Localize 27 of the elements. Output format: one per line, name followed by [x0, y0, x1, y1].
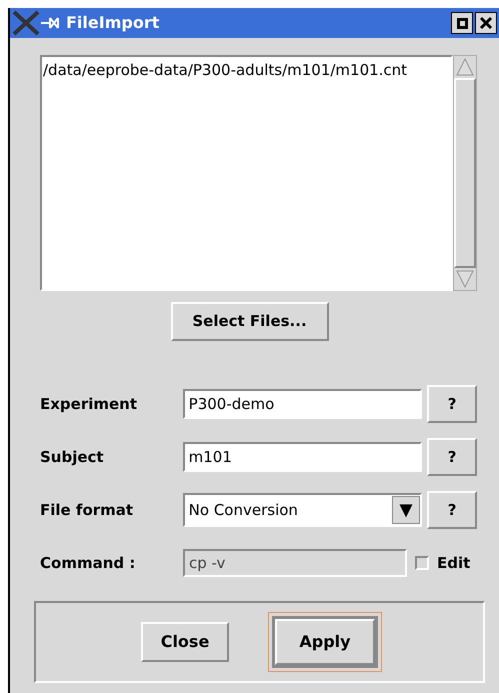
- dropdown-field[interactable]: No Conversion: [182, 493, 422, 527]
- square-icon: [456, 18, 468, 28]
- field-label: Subject: [40, 446, 105, 468]
- field-label: Command :: [40, 552, 136, 574]
- dialog-button[interactable]: Close: [141, 622, 229, 662]
- maximize-button[interactable]: [451, 12, 473, 34]
- close-icon: [479, 16, 493, 30]
- scrollbar[interactable]: [453, 55, 477, 291]
- pin-icon[interactable]: [40, 16, 62, 30]
- x-logo-icon: [12, 10, 40, 36]
- scroll-down-icon: [454, 268, 476, 290]
- field-label: File format: [40, 500, 134, 521]
- dialog-button[interactable]: Apply: [272, 616, 378, 668]
- help-button[interactable]: ?: [427, 438, 477, 476]
- select-files-button[interactable]: Select Files...: [170, 302, 328, 341]
- help-button[interactable]: ?: [427, 491, 477, 529]
- file-list[interactable]: /data/eeprobe-data/P300-adults/m101/m101.cnt: [40, 55, 453, 291]
- edit-label: Edit: [437, 552, 470, 574]
- text-field[interactable]: P300-demo: [182, 389, 422, 419]
- window-title: FileImport: [66, 12, 160, 34]
- file-list-item[interactable]: /data/eeprobe-data/P300-adults/m101/m101.cnt: [43, 61, 450, 79]
- close-button[interactable]: [475, 12, 497, 34]
- scroll-up-icon: [454, 56, 476, 78]
- text-field[interactable]: m101: [182, 442, 422, 472]
- title-bar[interactable]: FileImport: [10, 8, 499, 38]
- field-label: Experiment: [40, 394, 138, 415]
- help-button[interactable]: ?: [427, 385, 477, 423]
